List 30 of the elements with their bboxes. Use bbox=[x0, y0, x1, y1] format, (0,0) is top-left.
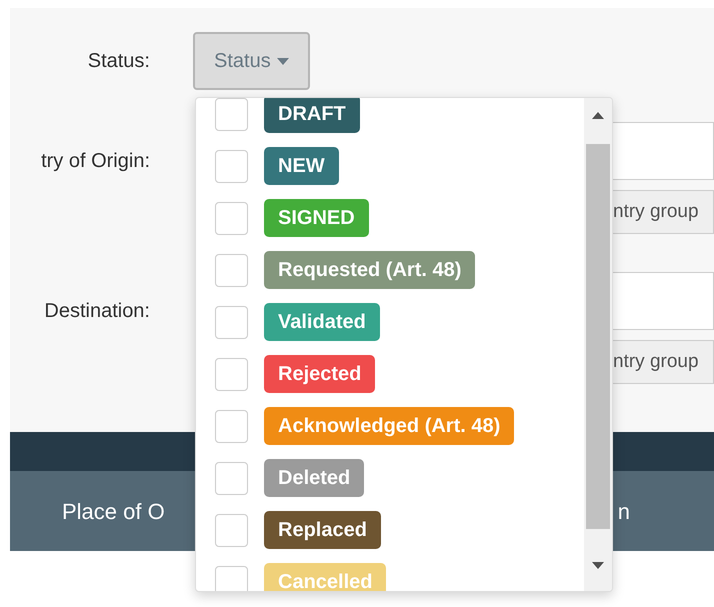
checkbox[interactable] bbox=[215, 566, 248, 591]
column-header: Place of O bbox=[62, 498, 165, 526]
scroll-down-arrow-icon[interactable] bbox=[592, 562, 604, 569]
status-badge[interactable]: Deleted bbox=[264, 459, 364, 497]
checkbox[interactable] bbox=[215, 150, 248, 182]
field-label: Destination: bbox=[43, 299, 150, 324]
status-badge[interactable]: Acknowledged (Art. 48) bbox=[264, 407, 514, 445]
scrollbar[interactable] bbox=[584, 98, 612, 591]
checkbox[interactable] bbox=[215, 306, 248, 338]
checkbox[interactable] bbox=[215, 254, 248, 286]
checkbox[interactable] bbox=[215, 202, 248, 234]
checkbox[interactable] bbox=[215, 98, 248, 130]
status-badge[interactable]: Replaced bbox=[264, 511, 381, 549]
status-dropdown-button[interactable]: Status bbox=[193, 32, 310, 90]
status-badge[interactable]: DRAFT bbox=[264, 98, 360, 133]
column-header: n bbox=[618, 498, 630, 526]
checkbox[interactable] bbox=[215, 462, 248, 494]
status-badge[interactable]: Requested (Art. 48) bbox=[264, 251, 476, 289]
checkbox[interactable] bbox=[215, 410, 248, 442]
field-label: try of Origin: bbox=[40, 149, 150, 174]
scrollbar-thumb[interactable] bbox=[586, 144, 610, 529]
checkbox[interactable] bbox=[215, 514, 248, 546]
status-badge[interactable]: Validated bbox=[264, 303, 380, 341]
field-label: Status: bbox=[86, 49, 150, 74]
checkbox[interactable] bbox=[215, 358, 248, 390]
caret-icon bbox=[276, 58, 289, 64]
scroll-up-arrow-icon[interactable] bbox=[592, 112, 604, 119]
status-badge[interactable]: Rejected bbox=[264, 355, 376, 393]
status-badge[interactable]: NEW bbox=[264, 147, 339, 185]
status-badge[interactable]: SIGNED bbox=[264, 199, 369, 237]
